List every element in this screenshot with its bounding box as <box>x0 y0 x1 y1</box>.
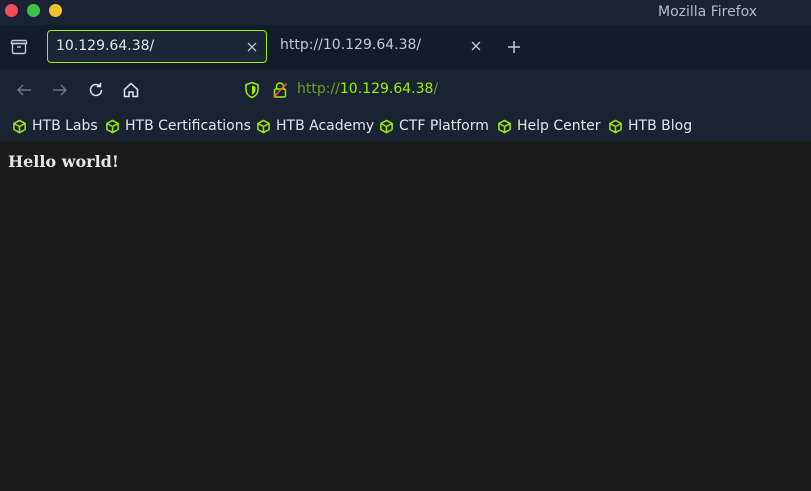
tab-title: http://10.129.64.38/ <box>280 37 422 53</box>
bookmark-htb-academy[interactable]: HTB Academy <box>256 117 374 135</box>
forward-icon <box>53 84 68 96</box>
reload-icon <box>89 82 103 97</box>
cube-icon <box>257 119 270 133</box>
bookmark-label: HTB Certifications <box>125 118 251 134</box>
tab-inactive[interactable]: http://10.129.64.38/ <box>270 30 492 63</box>
page-heading: Hello world! <box>8 152 119 171</box>
tracking-protection-button[interactable] <box>242 80 262 100</box>
bookmark-label: CTF Platform <box>399 118 489 134</box>
cube-icon <box>13 119 26 133</box>
insecure-lock-icon <box>272 82 288 99</box>
bookmarks-toolbar: HTB Labs HTB Certifications HTB Academy … <box>0 111 811 141</box>
bookmark-htb-blog[interactable]: HTB Blog <box>608 117 692 135</box>
bookmark-htb-certifications[interactable]: HTB Certifications <box>105 117 251 135</box>
bookmark-htb-labs[interactable]: HTB Labs <box>12 117 98 135</box>
list-all-tabs-button[interactable] <box>9 38 29 56</box>
site-security-button[interactable] <box>270 80 290 100</box>
bookmark-ctf-platform[interactable]: CTF Platform <box>379 117 489 135</box>
plus-icon <box>508 41 520 53</box>
url-path: / <box>433 81 439 97</box>
home-button[interactable] <box>121 80 141 100</box>
reload-button[interactable] <box>86 80 106 100</box>
navigation-toolbar: http://10.129.64.38/ <box>0 69 811 111</box>
maximize-window-button[interactable] <box>27 4 40 17</box>
bookmark-help-center[interactable]: Help Center <box>497 117 601 135</box>
shield-icon <box>245 81 259 99</box>
home-icon <box>123 82 139 98</box>
back-button[interactable] <box>14 80 34 100</box>
window-title: Mozilla Firefox <box>658 4 758 20</box>
close-window-button[interactable] <box>5 4 18 17</box>
bookmark-label: HTB Academy <box>276 118 375 134</box>
close-tab-icon[interactable] <box>469 39 483 53</box>
tab-strip: 10.129.64.38/ http://10.129.64.38/ <box>0 25 811 69</box>
url-bar[interactable]: http://10.129.64.38/ <box>297 81 438 97</box>
bookmark-label: HTB Labs <box>32 118 98 134</box>
back-icon <box>16 84 31 96</box>
cube-icon <box>380 119 393 133</box>
tabs-list-icon <box>10 39 28 55</box>
page-content: Hello world! <box>0 141 811 491</box>
cube-icon <box>498 119 511 133</box>
bookmark-label: Help Center <box>517 118 601 134</box>
forward-button[interactable] <box>50 80 70 100</box>
new-tab-button[interactable] <box>505 38 523 56</box>
window-titlebar: Mozilla Firefox <box>0 0 811 25</box>
url-host: 10.129.64.38 <box>339 81 434 97</box>
cube-icon <box>609 119 622 133</box>
tab-active[interactable]: 10.129.64.38/ <box>47 30 267 63</box>
bookmark-label: HTB Blog <box>628 118 693 134</box>
cube-icon <box>106 119 119 133</box>
url-scheme: http:// <box>297 81 340 97</box>
tab-title: 10.129.64.38/ <box>56 38 155 54</box>
minimize-window-button[interactable] <box>49 4 62 17</box>
close-tab-icon[interactable] <box>245 40 259 54</box>
